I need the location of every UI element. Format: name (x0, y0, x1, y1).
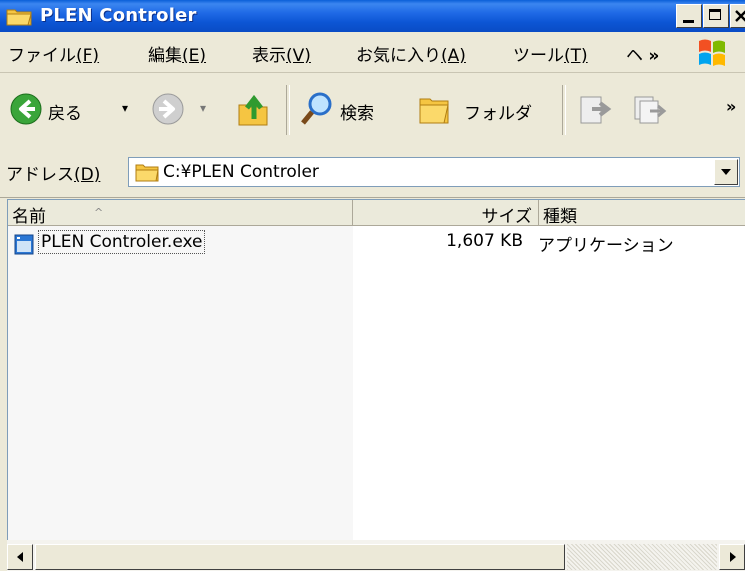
back-dropdown-icon[interactable]: ▾ (122, 101, 128, 115)
chevron-down-icon (721, 169, 731, 175)
menu-help[interactable]: ヘ » (626, 41, 659, 66)
folders-button[interactable]: フォルダ (414, 73, 554, 147)
scroll-track[interactable] (567, 544, 717, 570)
back-arrow-icon (10, 93, 42, 125)
move-to-button[interactable] (572, 73, 620, 147)
minimize-button[interactable] (676, 4, 702, 28)
forward-dropdown-icon[interactable]: ▾ (200, 101, 206, 115)
forward-arrow-icon (152, 93, 184, 125)
list-item[interactable]: PLEN Controler.exe 1,607 KB アプリケーション (8, 230, 745, 258)
back-label: 戻る (48, 104, 82, 124)
column-header-type[interactable]: 種類 (539, 200, 745, 227)
scroll-right-button[interactable] (719, 544, 745, 570)
scroll-left-button[interactable] (7, 544, 33, 570)
application-icon (14, 234, 34, 255)
address-dropdown-button[interactable] (714, 159, 738, 185)
address-input[interactable]: C:¥PLEN Controler (128, 157, 740, 187)
back-button[interactable]: 戻る ▾ (6, 73, 146, 147)
up-folder-button[interactable] (232, 73, 276, 147)
minimize-icon (683, 20, 694, 23)
file-type: アプリケーション (538, 236, 674, 256)
file-size: 1,607 KB (446, 231, 523, 251)
toolbar-separator (562, 85, 566, 135)
toolbar-overflow-icon[interactable]: » (726, 97, 736, 116)
maximize-button[interactable] (703, 4, 729, 28)
sort-ascending-icon: ^ (94, 206, 104, 219)
name-column-shade (8, 226, 353, 541)
scroll-thumb[interactable] (35, 544, 565, 570)
folders-label: フォルダ (464, 104, 532, 124)
toolbar-separator (286, 85, 290, 135)
menu-edit[interactable]: 編集(E) (148, 41, 206, 66)
window-title: PLEN Controler (40, 5, 197, 26)
file-list[interactable]: 名前 ^ サイズ 種類 PLEN Controler.exe 1,607 KB … (7, 199, 745, 541)
up-folder-icon (238, 94, 268, 126)
file-name[interactable]: PLEN Controler.exe (38, 230, 206, 254)
close-icon (735, 10, 745, 22)
address-label: アドレス(D) (6, 165, 101, 185)
standard-toolbar: 戻る ▾ ▾ 検索 フォルダ » (0, 73, 745, 148)
maximize-icon (709, 9, 721, 20)
horizontal-scrollbar[interactable] (7, 540, 745, 571)
forward-button[interactable]: ▾ (150, 73, 230, 147)
copy-to-icon (634, 96, 667, 124)
menu-file[interactable]: ファイル(F) (8, 41, 99, 66)
title-bar[interactable]: PLEN Controler (0, 0, 745, 32)
search-icon (301, 92, 332, 125)
menu-tools[interactable]: ツール(T) (513, 41, 588, 66)
windows-logo-icon (699, 39, 725, 66)
chevron-left-icon (17, 552, 23, 562)
move-to-icon (580, 96, 612, 124)
column-header-size[interactable]: サイズ (353, 200, 539, 227)
address-value: C:¥PLEN Controler (163, 162, 319, 182)
address-bar: アドレス(D) C:¥PLEN Controler (0, 147, 745, 198)
chevron-right-icon (730, 552, 736, 562)
menu-bar: ファイル(F) 編集(E) 表示(V) お気に入り(A) ツール(T) ヘ » (0, 32, 745, 73)
menu-view[interactable]: 表示(V) (252, 41, 311, 66)
menu-favorites[interactable]: お気に入り(A) (356, 41, 466, 66)
search-label: 検索 (340, 104, 374, 124)
folder-icon (135, 164, 159, 182)
copy-to-button[interactable] (626, 73, 674, 147)
folder-icon (6, 9, 32, 26)
close-button[interactable] (730, 4, 745, 28)
list-background (353, 226, 745, 541)
folders-icon (419, 98, 449, 124)
column-header-name[interactable]: 名前 ^ (8, 200, 353, 227)
search-button[interactable]: 検索 (296, 73, 402, 147)
